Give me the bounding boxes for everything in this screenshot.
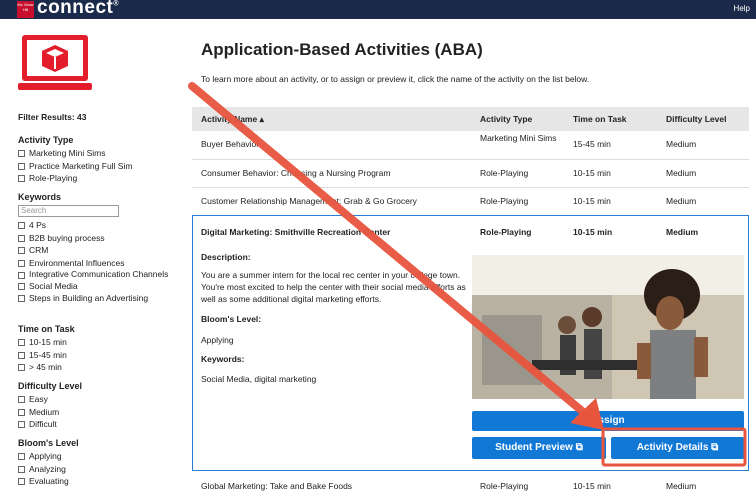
activity-name[interactable]: Consumer Behavior: Choosing a Nursing Pr… — [201, 168, 390, 178]
checkbox[interactable] — [18, 259, 25, 267]
activity-name[interactable]: Buyer Behavior — [201, 139, 259, 149]
activity-name[interactable]: Customer Relationship Management: Grab &… — [201, 196, 417, 206]
main-content: Application-Based Activities (ABA) To le… — [192, 40, 750, 491]
expanded-activity-panel: Digital Marketing: Smithville Recreation… — [192, 215, 749, 471]
activity-type-heading: Activity Type — [18, 135, 74, 145]
checkbox[interactable] — [18, 222, 25, 229]
filter-option[interactable]: Medium — [18, 407, 178, 418]
keyword-search-input[interactable]: Search — [18, 205, 119, 217]
filter-sidebar: Filter Results: 43 Activity Type Marketi… — [18, 112, 178, 489]
difficulty: Medium — [666, 168, 697, 178]
assign-button[interactable]: Assign — [472, 411, 744, 431]
column-header-time[interactable]: Time on Task — [573, 114, 627, 124]
aba-laptop-icon — [18, 35, 92, 90]
description-text: You are a summer intern for the local re… — [201, 270, 466, 304]
activity-type: Role-Playing — [480, 481, 529, 491]
mcgraw-hill-logo[interactable]: Mc Graw Hill — [17, 1, 34, 18]
checkbox[interactable] — [18, 478, 25, 485]
description-label: Description: — [201, 252, 251, 262]
column-header-name[interactable]: Activity Name ▴ — [201, 114, 264, 125]
checkbox[interactable] — [18, 282, 25, 290]
difficulty: Medium — [666, 196, 697, 206]
student-preview-label: Student Preview — [495, 442, 573, 453]
filter-option[interactable]: Evaluating — [18, 476, 178, 487]
blooms-value: Applying — [201, 335, 234, 345]
help-link[interactable]: Help — [734, 4, 750, 13]
table-row[interactable]: Buyer Behavior Marketing Mini Sims 15-45… — [192, 131, 749, 160]
top-bar: Mc Graw Hill connect® Help — [0, 0, 756, 19]
activity-name[interactable]: Digital Marketing: Smithville Recreation… — [201, 227, 390, 237]
keyword-list[interactable]: 4 Ps B2B buying process CRM Environmenta… — [18, 220, 178, 316]
time-on-task-heading: Time on Task — [18, 324, 75, 334]
external-link-icon: ⧉ — [711, 442, 719, 453]
activity-photo — [472, 255, 744, 399]
filter-results-count: Filter Results: 43 — [18, 112, 87, 122]
page-title: Application-Based Activities (ABA) — [201, 40, 483, 59]
filter-option[interactable]: Role-Playing — [18, 173, 178, 184]
filter-option[interactable]: Applying — [18, 451, 178, 462]
checkbox[interactable] — [18, 465, 25, 473]
filter-option[interactable]: 10-15 min — [18, 337, 178, 348]
checkbox[interactable] — [18, 408, 25, 416]
activity-name[interactable]: Global Marketing: Take and Bake Foods — [201, 481, 352, 491]
checkbox[interactable] — [18, 453, 25, 460]
checkbox[interactable] — [18, 339, 25, 346]
time-on-task: 10-15 min — [573, 227, 613, 237]
filter-option[interactable]: 15-45 min — [18, 350, 178, 361]
checkbox[interactable] — [18, 421, 25, 428]
filter-option[interactable]: Analyzing — [18, 464, 178, 475]
filter-option[interactable]: Marketing Mini Sims — [18, 148, 178, 159]
student-preview-button[interactable]: Student Preview ⧉ — [472, 437, 606, 459]
column-header-type[interactable]: Activity Type — [480, 114, 532, 124]
filter-option[interactable]: Steps in Building an Advertising — [18, 293, 178, 304]
checkbox[interactable] — [18, 351, 25, 359]
activity-details-label: Activity Details — [636, 442, 709, 453]
time-on-task: 15-45 min — [573, 139, 611, 149]
filter-option[interactable]: CRM — [18, 245, 178, 256]
time-on-task: 10-15 min — [573, 168, 611, 178]
filter-option[interactable]: Difficult — [18, 419, 178, 430]
checkbox[interactable] — [18, 175, 25, 182]
activity-type: Role-Playing — [480, 227, 532, 237]
connect-logo[interactable]: connect® — [37, 0, 119, 19]
blooms-heading: Bloom's Level — [18, 438, 79, 448]
table-row[interactable]: Consumer Behavior: Choosing a Nursing Pr… — [192, 160, 749, 188]
checkbox[interactable] — [18, 234, 25, 242]
keywords-heading: Keywords — [18, 192, 62, 202]
filter-option[interactable]: 4 Ps — [18, 220, 178, 231]
time-on-task: 10-15 min — [573, 196, 611, 206]
filter-option[interactable]: Easy — [18, 394, 178, 405]
checkbox[interactable] — [18, 396, 25, 403]
difficulty: Medium — [666, 481, 697, 491]
activity-type: Role-Playing — [480, 196, 529, 206]
time-on-task: 10-15 min — [573, 481, 611, 491]
checkbox[interactable] — [18, 295, 25, 302]
difficulty: Medium — [666, 139, 697, 149]
activity-type: Marketing Mini Sims — [480, 133, 557, 143]
filter-option[interactable]: B2B buying process — [18, 233, 178, 244]
checkbox[interactable] — [18, 272, 25, 279]
checkbox[interactable] — [18, 150, 25, 157]
filter-option[interactable]: Practice Marketing Full Sim — [18, 161, 178, 172]
checkbox[interactable] — [18, 247, 25, 254]
filter-option[interactable]: Social Media — [18, 281, 178, 292]
table-row[interactable]: Global Marketing: Take and Bake Foods Ro… — [192, 476, 749, 500]
difficulty: Medium — [666, 227, 699, 237]
intro-text: To learn more about an activity, or to a… — [201, 74, 590, 84]
table-header: Activity Name ▴ Activity Type Time on Ta… — [192, 107, 749, 131]
checkbox[interactable] — [18, 364, 25, 371]
filter-option[interactable]: Environmental Influences — [18, 258, 178, 269]
filter-option[interactable]: > 45 min — [18, 362, 178, 373]
keywords-label: Keywords: — [201, 354, 245, 364]
keywords-value: Social Media, digital marketing — [201, 374, 317, 384]
activity-type: Role-Playing — [480, 168, 529, 178]
external-link-icon: ⧉ — [575, 442, 583, 453]
column-header-difficulty[interactable]: Difficulty Level — [666, 114, 726, 124]
table-row[interactable]: Customer Relationship Management: Grab &… — [192, 188, 749, 215]
filter-option[interactable]: Integrative Communication Channels — [18, 270, 178, 279]
blooms-label: Bloom's Level: — [201, 314, 262, 324]
activity-details-button[interactable]: Activity Details ⧉ — [611, 437, 744, 459]
checkbox[interactable] — [18, 162, 25, 170]
difficulty-heading: Difficulty Level — [18, 381, 83, 391]
